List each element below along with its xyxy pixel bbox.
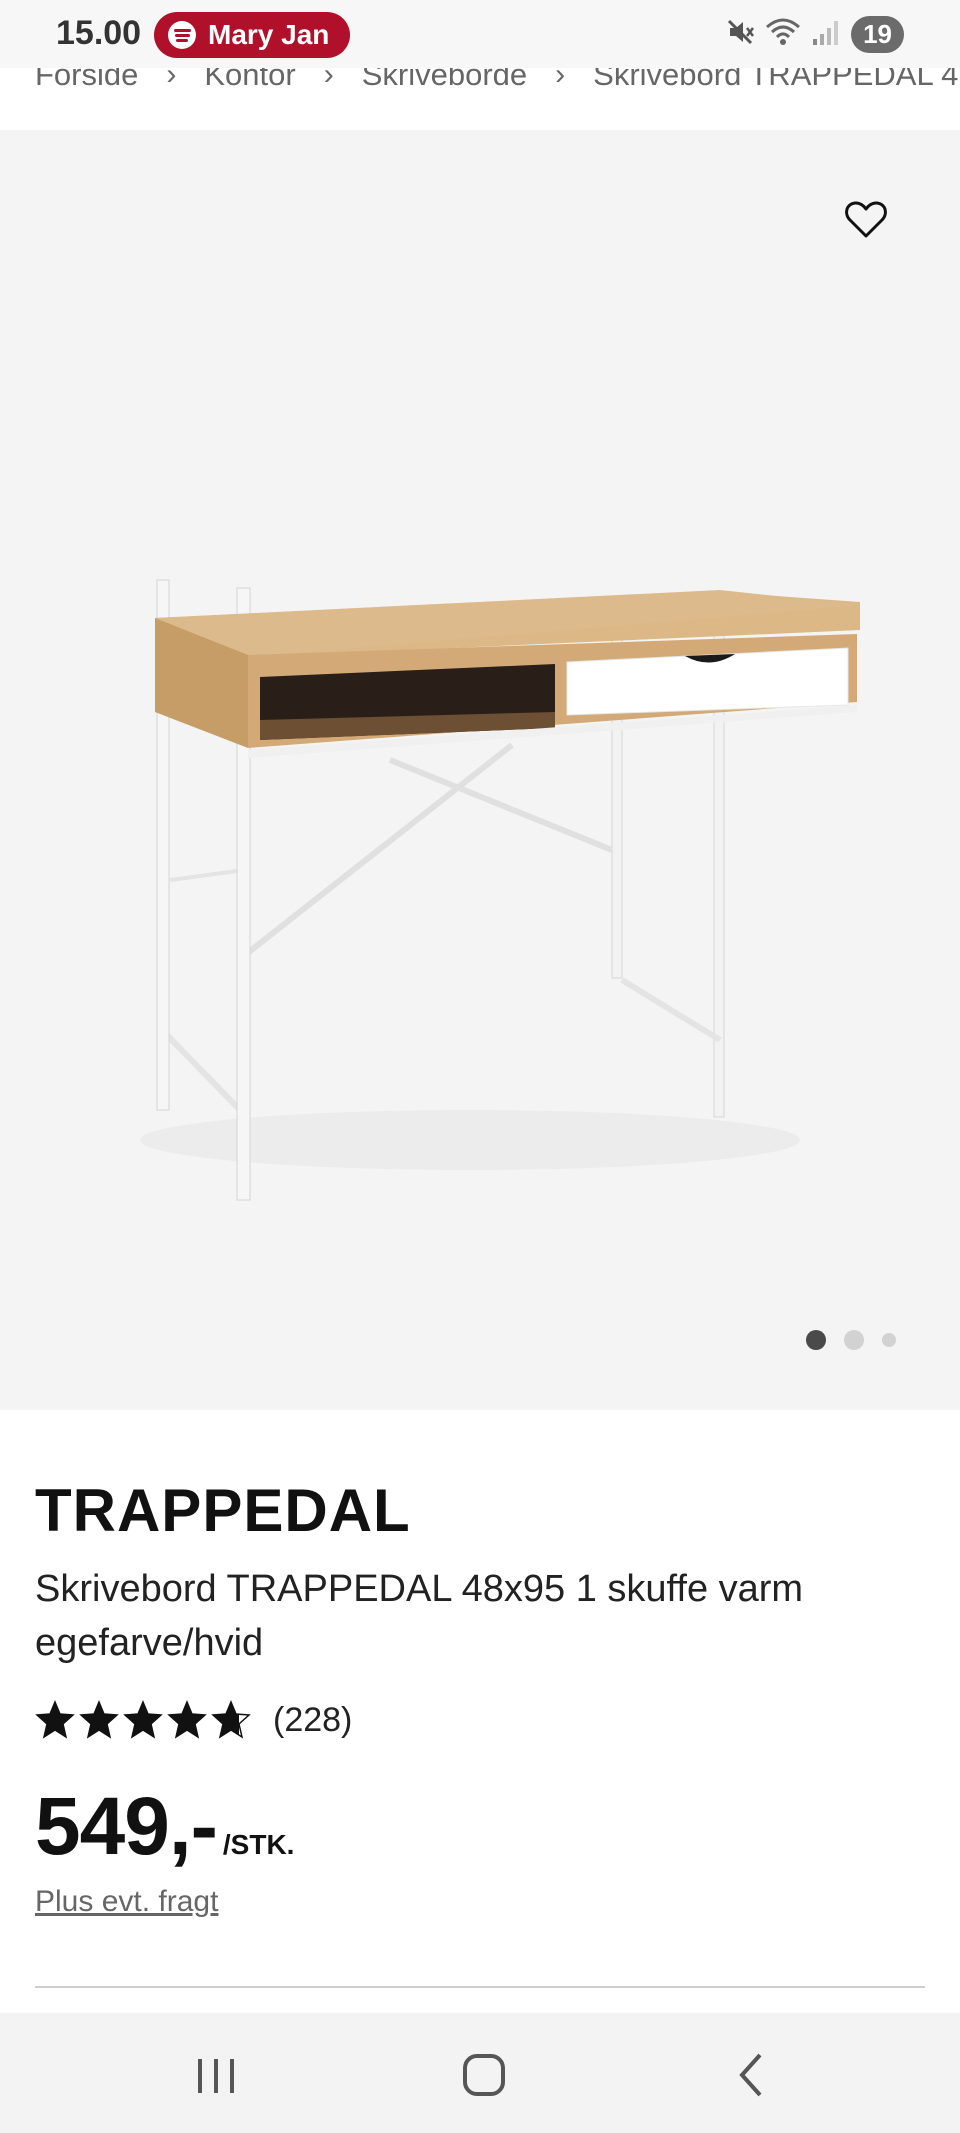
home-button[interactable] [454, 2049, 514, 2099]
heart-outline-icon [845, 201, 887, 238]
star-icon [79, 1700, 119, 1739]
recent-apps-icon [198, 2059, 234, 2093]
gallery-dot-2[interactable] [844, 1330, 864, 1350]
gallery-dot-1[interactable] [806, 1330, 826, 1350]
product-image-gallery[interactable] [0, 130, 960, 1410]
star-icon [211, 1700, 251, 1739]
status-time: 15.00 [56, 14, 142, 52]
product-price: 549,- /STK. [35, 1780, 294, 1874]
product-rating[interactable]: (228) [35, 1700, 352, 1740]
status-icons: 19 [727, 16, 904, 53]
star-icon [35, 1700, 75, 1739]
notification-count-badge: 19 [851, 16, 904, 53]
gallery-dot-3[interactable] [882, 1333, 896, 1347]
product-brand: TRAPPEDAL [35, 1477, 411, 1544]
media-title: Mary Jan [208, 19, 330, 50]
star-icon [123, 1700, 163, 1739]
signal-icon [811, 17, 841, 52]
back-icon [739, 2053, 762, 2097]
product-name: Skrivebord TRAPPEDAL 48x95 1 skuffe varm… [35, 1568, 804, 1664]
home-icon [463, 2054, 505, 2096]
recent-apps-button[interactable] [186, 2049, 246, 2099]
system-nav-bar [0, 2013, 960, 2133]
favorite-button[interactable] [844, 198, 888, 242]
price-unit: /STK. [222, 1829, 295, 1860]
star-icon [167, 1700, 207, 1739]
rating-stars [35, 1700, 251, 1740]
divider [35, 1986, 925, 1988]
media-pill[interactable]: Mary Jan [154, 12, 350, 58]
gallery-pagination [806, 1330, 896, 1350]
shipping-info-link[interactable]: Plus evt. fragt [35, 1885, 218, 1919]
rating-count: (228) [273, 1700, 353, 1739]
mute-icon [727, 17, 755, 52]
price-value: 549,- [35, 1781, 218, 1872]
spotify-icon [168, 21, 196, 49]
wifi-icon [765, 17, 801, 52]
back-button[interactable] [722, 2049, 782, 2099]
product-image-desk [140, 579, 860, 1201]
status-bar: 15.00 Mary Jan 19 [0, 0, 960, 68]
